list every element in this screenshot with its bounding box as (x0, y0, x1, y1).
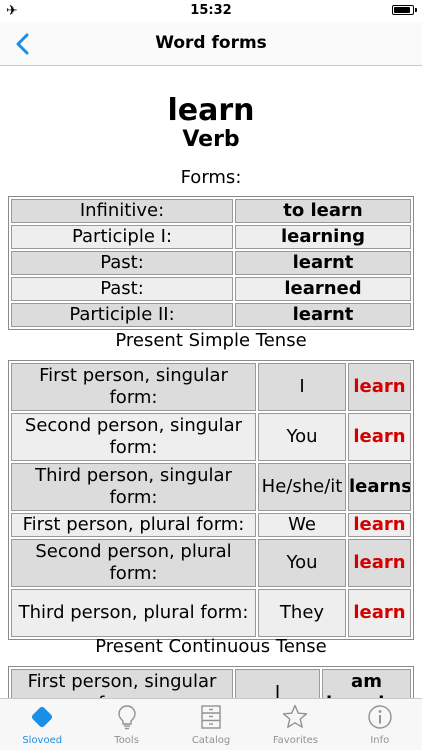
verb-cell: learns (348, 463, 411, 511)
verb-cell: learn (348, 589, 411, 637)
table-row: Third person, singular form: He/she/it l… (11, 463, 411, 511)
pronoun-cell: You (258, 413, 346, 461)
verb-cell: am learning (322, 669, 411, 698)
form-label: Participle II: (11, 303, 233, 327)
verb-cell: learn (348, 539, 411, 587)
pronoun-cell: I (235, 669, 320, 698)
pronoun-cell: You (258, 539, 346, 587)
tab-label: Slovoed (22, 735, 63, 746)
lightbulb-icon (117, 705, 136, 730)
table-row: Participle II: learnt (11, 303, 411, 327)
tab-label: Info (370, 735, 390, 746)
table-row: Past: learned (11, 277, 411, 301)
table-row: Third person, plural form: They learn (11, 589, 411, 637)
table-row: Infinitive: to learn (11, 199, 411, 223)
person-cell: Second person, plural form: (11, 539, 256, 587)
table-row: Participle I: learning (11, 225, 411, 249)
table-row: Past: learnt (11, 251, 411, 275)
form-label: Infinitive: (11, 199, 233, 223)
form-value: learned (235, 277, 411, 301)
headword: learn (167, 93, 255, 128)
person-cell: First person, singular form: (11, 363, 256, 411)
tab-label: Favorites (272, 735, 318, 746)
tab-label: Tools (114, 735, 139, 746)
verb-cell: learn (348, 363, 411, 411)
tab-favorites[interactable]: Favorites (253, 699, 337, 750)
tab-slovoed[interactable]: Slovoed (0, 699, 84, 750)
verb-cell: learn (348, 513, 411, 537)
battery-level (394, 7, 410, 13)
form-label: Past: (11, 277, 233, 301)
catalog-icon (201, 705, 221, 729)
forms-table: Infinitive: to learn Participle I: learn… (8, 196, 414, 330)
info-icon (368, 705, 392, 729)
pronoun-cell: I (258, 363, 346, 411)
tab-catalog[interactable]: Catalog (169, 699, 253, 750)
form-value: learnt (235, 251, 411, 275)
person-cell: Second person, singular form: (11, 413, 256, 461)
form-value: to learn (235, 199, 411, 223)
table-row: First person, plural form: We learn (11, 513, 411, 537)
forms-caption: Forms: (180, 167, 242, 188)
tab-info[interactable]: Info (338, 699, 422, 750)
table-row: Second person, singular form: You learn (11, 413, 411, 461)
page-title: Word forms (155, 33, 267, 53)
battery-icon (392, 5, 417, 15)
present-continuous-table: First person, singular form: I am learni… (8, 666, 414, 698)
present-continuous-caption: Present Continuous Tense (95, 636, 327, 657)
part-of-speech: Verb (182, 127, 240, 152)
present-simple-caption: Present Simple Tense (115, 330, 307, 351)
status-bar: ✈ 15:32 (0, 0, 422, 22)
status-time: 15:32 (190, 3, 232, 18)
form-label: Participle I: (11, 225, 233, 249)
tab-tools[interactable]: Tools (84, 699, 168, 750)
person-cell: Third person, singular form: (11, 463, 256, 511)
navigation-bar: Word forms (0, 22, 422, 66)
table-row: First person, singular form: I am learni… (11, 669, 411, 698)
person-cell: First person, plural form: (11, 513, 256, 537)
word-forms-content[interactable]: learn Verb Forms: Infinitive: to learn P… (0, 66, 422, 698)
chevron-left-icon (16, 33, 29, 55)
verb-cell: learn (348, 413, 411, 461)
pronoun-cell: They (258, 589, 346, 637)
form-label: Past: (11, 251, 233, 275)
pronoun-cell: We (258, 513, 346, 537)
person-cell: Third person, plural form: (11, 589, 256, 637)
pronoun-cell: He/she/it (258, 463, 346, 511)
table-row: Second person, plural form: You learn (11, 539, 411, 587)
form-value: learning (235, 225, 411, 249)
star-icon (283, 704, 308, 728)
person-cell: First person, singular form: (11, 669, 233, 698)
back-button[interactable] (6, 26, 42, 62)
slovoed-icon (32, 706, 53, 728)
table-row: First person, singular form: I learn (11, 363, 411, 411)
tab-label: Catalog (191, 735, 231, 746)
tab-bar: Slovoed Tools Catalog Favorites Info (0, 698, 422, 750)
present-simple-table: First person, singular form: I learn Sec… (8, 360, 414, 640)
form-value: learnt (235, 303, 411, 327)
